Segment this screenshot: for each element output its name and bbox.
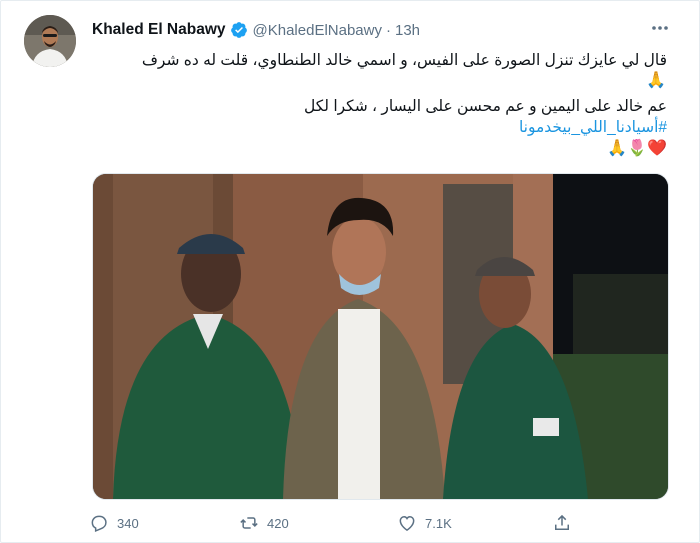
more-options-icon[interactable] — [646, 14, 674, 42]
tweet-text-line-2: عم خالد على اليمين و عم محسن على اليسار … — [304, 98, 667, 115]
tweet-emoji-line-3: 🙏🌷❤️ — [607, 140, 667, 157]
author-name[interactable]: Khaled El Nabawy — [92, 21, 226, 39]
tweet-header: Khaled El Nabawy @KhaledElNabawy · 13h — [92, 18, 420, 42]
tweet-text-line-1: قال لي عايزك تنزل الصورة على الفيس، و اس… — [141, 52, 667, 69]
tweet-hashtag-line: #أسيادنا_اللي_بيخدمونا — [92, 117, 667, 138]
retweet-button[interactable]: 420 — [239, 509, 289, 537]
tweet-emoji-line-1: 🙏 — [646, 72, 666, 89]
like-button[interactable]: 7.1K — [397, 509, 452, 537]
heart-icon — [399, 515, 415, 531]
share-icon — [555, 514, 569, 530]
avatar-image — [24, 15, 76, 67]
reply-icon — [91, 515, 107, 533]
photo-image — [93, 174, 668, 499]
reply-button[interactable]: 340 — [89, 509, 139, 537]
author-avatar[interactable] — [24, 15, 76, 67]
retweet-icon — [240, 517, 258, 529]
tweet-timestamp[interactable]: 13h — [395, 22, 420, 39]
share-button[interactable] — [552, 509, 580, 537]
author-handle[interactable]: @KhaledElNabawy — [253, 22, 382, 39]
header-separator: · — [385, 21, 391, 39]
tweet-actions-bar: 340 420 7.1K — [89, 509, 689, 537]
tweet-card[interactable]: Khaled El Nabawy @KhaledElNabawy · 13h ق… — [0, 0, 700, 543]
retweet-count: 420 — [267, 515, 289, 531]
hashtag-link[interactable]: #أسيادنا_اللي_بيخدمونا — [519, 119, 667, 136]
reply-count: 340 — [117, 515, 139, 531]
like-count: 7.1K — [425, 515, 452, 531]
verified-badge-icon — [230, 22, 247, 38]
tweet-photo[interactable] — [92, 173, 669, 500]
